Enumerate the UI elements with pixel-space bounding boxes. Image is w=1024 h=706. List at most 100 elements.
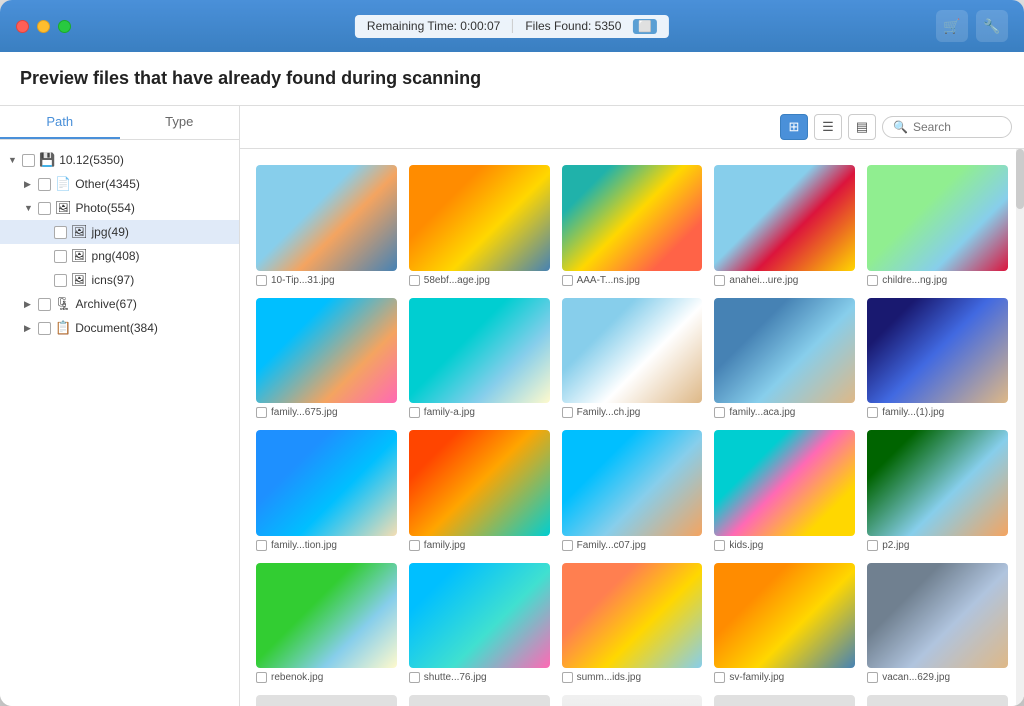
files-badge: ⬜ bbox=[633, 19, 657, 34]
gallery-thumbnail[interactable] bbox=[409, 563, 550, 669]
gallery-item-pdf: 📄 PDFConverterSO bbox=[714, 695, 855, 706]
gallery-wrapper: 10-Tip...31.jpg 58ebf...age.jpg bbox=[240, 149, 1024, 706]
gallery-thumbnail[interactable] bbox=[409, 430, 550, 536]
gallery-thumbnail-pdf[interactable]: 📄 PDFConverterSO bbox=[256, 695, 397, 706]
gallery-thumbnail[interactable] bbox=[409, 165, 550, 271]
tree-item-other[interactable]: ▶ 📄 Other(4345) bbox=[0, 172, 239, 196]
gallery-thumbnail[interactable] bbox=[562, 298, 703, 404]
tree-checkbox[interactable] bbox=[38, 202, 51, 215]
tree-checkbox[interactable] bbox=[38, 322, 51, 335]
titlebar: Remaining Time: 0:00:07 Files Found: 535… bbox=[0, 0, 1024, 52]
photo-icon: 🖼 bbox=[55, 200, 72, 216]
tree-checkbox[interactable] bbox=[54, 250, 67, 263]
gallery-label: family-a.jpg bbox=[409, 407, 475, 418]
gallery-thumbnail[interactable] bbox=[562, 165, 703, 271]
drive-icon: 💾 bbox=[39, 152, 55, 168]
item-checkbox[interactable] bbox=[256, 540, 267, 551]
tree-arrow: ▼ bbox=[8, 155, 20, 165]
item-checkbox[interactable] bbox=[409, 672, 420, 683]
gallery-thumbnail[interactable] bbox=[714, 430, 855, 536]
scrollbar-thumb[interactable] bbox=[1016, 149, 1024, 209]
item-checkbox[interactable] bbox=[562, 540, 573, 551]
item-checkbox[interactable] bbox=[562, 275, 573, 286]
item-filename: rebenok.jpg bbox=[271, 672, 323, 683]
gallery-thumbnail[interactable] bbox=[867, 165, 1008, 271]
gallery-thumbnail[interactable] bbox=[867, 563, 1008, 669]
tree-item-icns[interactable]: 🖼 icns(97) bbox=[0, 268, 239, 292]
tree-item-png[interactable]: 🖼 png(408) bbox=[0, 244, 239, 268]
tree-checkbox[interactable] bbox=[54, 274, 67, 287]
item-checkbox[interactable] bbox=[714, 275, 725, 286]
gallery-thumbnail[interactable] bbox=[256, 430, 397, 536]
item-checkbox[interactable] bbox=[714, 672, 725, 683]
tree-checkbox[interactable] bbox=[22, 154, 35, 167]
gallery-thumbnail[interactable] bbox=[256, 165, 397, 271]
scrollbar-track[interactable] bbox=[1016, 149, 1024, 706]
gallery-thumbnail-pdf[interactable]: 📄 PDFConverterOCRS0 bbox=[867, 695, 1008, 706]
item-checkbox[interactable] bbox=[562, 407, 573, 418]
item-checkbox[interactable] bbox=[867, 275, 878, 286]
search-input[interactable] bbox=[913, 120, 1003, 134]
item-checkbox[interactable] bbox=[714, 540, 725, 551]
gallery-item: p2.jpg bbox=[867, 430, 1008, 551]
item-filename: Family...c07.jpg bbox=[577, 540, 646, 551]
gallery-thumbnail-pdf[interactable]: 📄 PDFConverterSO bbox=[714, 695, 855, 706]
item-checkbox[interactable] bbox=[867, 540, 878, 551]
view-detail-button[interactable]: ▤ bbox=[848, 114, 876, 140]
tree-checkbox[interactable] bbox=[38, 178, 51, 191]
gallery-label: family.jpg bbox=[409, 540, 466, 551]
gallery-thumbnail[interactable] bbox=[256, 563, 397, 669]
grid-icon: ⊞ bbox=[789, 119, 800, 135]
gallery-thumbnail[interactable] bbox=[867, 298, 1008, 404]
item-checkbox[interactable] bbox=[256, 672, 267, 683]
gallery-thumbnail[interactable] bbox=[867, 430, 1008, 536]
tree-arrow: ▶ bbox=[24, 179, 36, 190]
tree-item-archive[interactable]: ▶ 🗜 Archive(67) bbox=[0, 292, 239, 316]
gallery-thumbnail[interactable] bbox=[562, 430, 703, 536]
gallery-thumbnail[interactable] bbox=[256, 298, 397, 404]
gallery-thumbnail-arrow: ➜ bbox=[562, 695, 703, 706]
tree-checkbox[interactable] bbox=[54, 226, 67, 239]
item-filename: family...(1).jpg bbox=[882, 407, 944, 418]
gallery-thumbnail[interactable] bbox=[714, 298, 855, 404]
minimize-button[interactable] bbox=[37, 20, 50, 33]
item-checkbox[interactable] bbox=[409, 407, 420, 418]
tree-item-jpg[interactable]: 🖼 jpg(49) bbox=[0, 220, 239, 244]
gallery: 10-Tip...31.jpg 58ebf...age.jpg bbox=[240, 149, 1024, 706]
view-grid-button[interactable]: ⊞ bbox=[780, 114, 808, 140]
gallery-item: summ...ids.jpg bbox=[562, 563, 703, 684]
tree-item-root[interactable]: ▼ 💾 10.12(5350) bbox=[0, 148, 239, 172]
gallery-thumbnail[interactable] bbox=[714, 165, 855, 271]
tab-path[interactable]: Path bbox=[0, 106, 120, 139]
tree-checkbox[interactable] bbox=[38, 298, 51, 311]
gallery-grid: 10-Tip...31.jpg 58ebf...age.jpg bbox=[256, 165, 1008, 706]
wrench-button[interactable]: 🔧 bbox=[976, 10, 1008, 42]
tree-item-document[interactable]: ▶ 📋 Document(384) bbox=[0, 316, 239, 340]
close-button[interactable] bbox=[16, 20, 29, 33]
item-filename: 58ebf...age.jpg bbox=[424, 275, 490, 286]
item-checkbox[interactable] bbox=[409, 275, 420, 286]
tree-label: Photo(554) bbox=[76, 201, 135, 215]
item-checkbox[interactable] bbox=[256, 275, 267, 286]
item-checkbox[interactable] bbox=[562, 672, 573, 683]
gallery-thumbnail[interactable] bbox=[562, 563, 703, 669]
item-checkbox[interactable] bbox=[867, 407, 878, 418]
item-checkbox[interactable] bbox=[867, 672, 878, 683]
tree-label: Document(384) bbox=[75, 321, 158, 335]
gallery-thumbnail-pdf[interactable]: 📄 PDFConverterOCRS0 bbox=[409, 695, 550, 706]
cart-button[interactable]: 🛒 bbox=[936, 10, 968, 42]
gallery-thumbnail[interactable] bbox=[714, 563, 855, 669]
gallery-item: kids.jpg bbox=[714, 430, 855, 551]
tree-label: jpg(49) bbox=[92, 225, 129, 239]
item-checkbox[interactable] bbox=[714, 407, 725, 418]
maximize-button[interactable] bbox=[58, 20, 71, 33]
gallery-item: family-a.jpg bbox=[409, 298, 550, 419]
view-list-button[interactable]: ☰ bbox=[814, 114, 842, 140]
toolbar: ⊞ ☰ ▤ 🔍 bbox=[240, 106, 1024, 149]
item-checkbox[interactable] bbox=[256, 407, 267, 418]
tab-type[interactable]: Type bbox=[120, 106, 240, 139]
item-checkbox[interactable] bbox=[409, 540, 420, 551]
tree-item-photo[interactable]: ▼ 🖼 Photo(554) bbox=[0, 196, 239, 220]
png-icon: 🖼 bbox=[71, 248, 88, 264]
gallery-thumbnail[interactable] bbox=[409, 298, 550, 404]
